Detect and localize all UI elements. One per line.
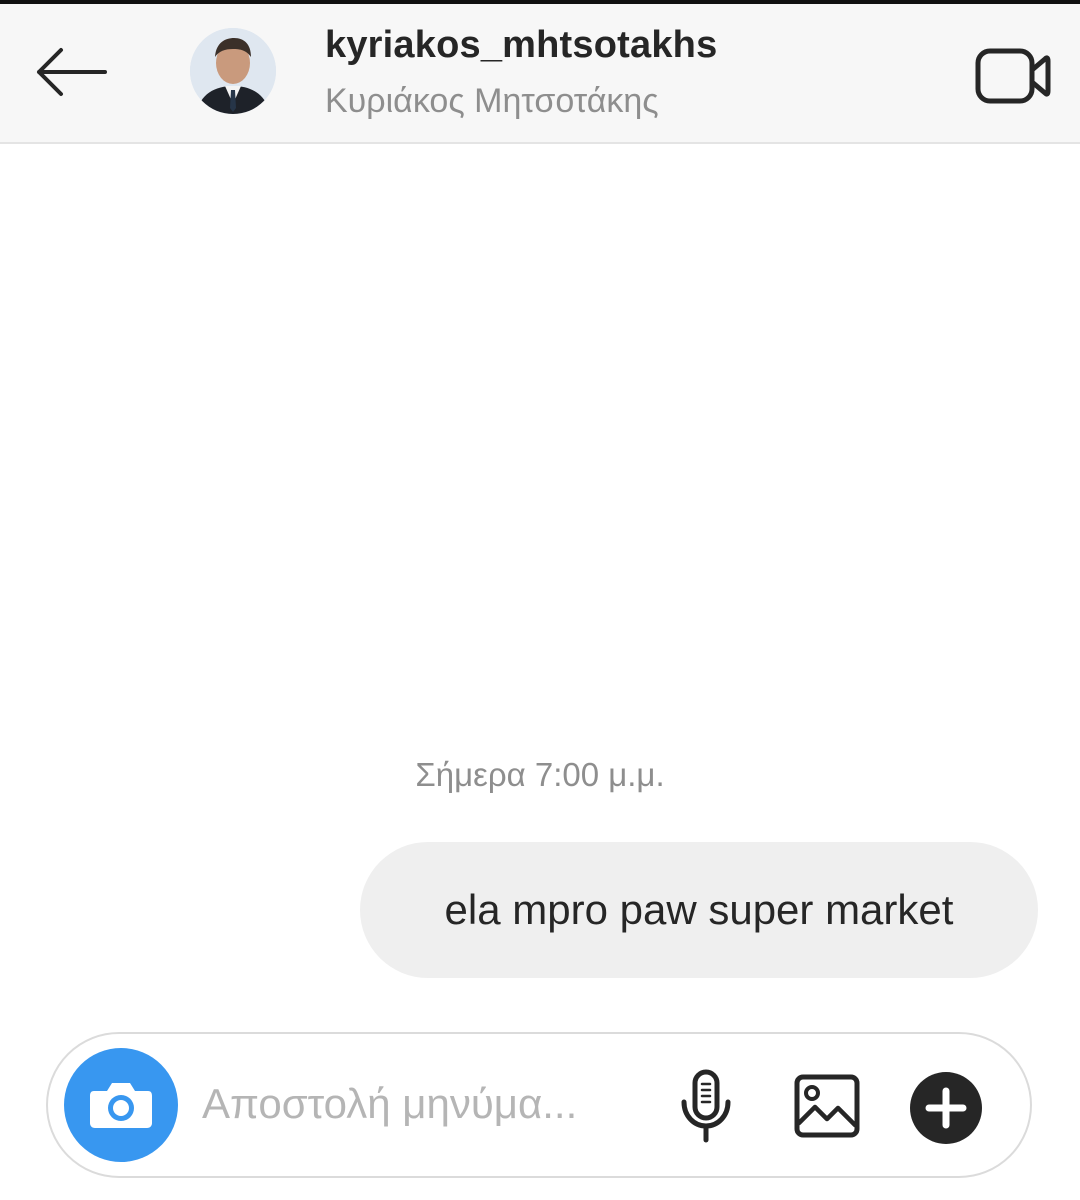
message-composer: [46, 1032, 1032, 1178]
avatar[interactable]: [190, 28, 276, 114]
plus-circle-icon: [910, 1072, 982, 1144]
message-timestamp: Σήμερα 7:00 μ.μ.: [415, 756, 665, 793]
direct-message-screen: kyriakos_mhtsotakhs Κυριάκος Μητσοτάκης …: [0, 0, 1080, 1200]
sent-message-bubble[interactable]: ela mpro paw super market: [360, 842, 1038, 978]
arrow-left-icon: [37, 48, 107, 96]
image-icon: [794, 1074, 860, 1138]
microphone-icon: [681, 1069, 731, 1143]
back-button[interactable]: [28, 34, 112, 110]
chat-username[interactable]: kyriakos_mhtsotakhs: [325, 24, 717, 67]
message-text: ela mpro paw super market: [444, 886, 954, 933]
video-camera-icon: [975, 48, 1051, 104]
video-call-button[interactable]: [970, 40, 1056, 112]
chat-header: kyriakos_mhtsotakhs Κυριάκος Μητσοτάκης: [0, 4, 1080, 144]
more-options-button[interactable]: [904, 1066, 988, 1150]
voice-message-button[interactable]: [664, 1064, 748, 1148]
message-input[interactable]: [202, 1072, 662, 1136]
gallery-button[interactable]: [784, 1064, 870, 1148]
camera-button[interactable]: [64, 1048, 178, 1162]
chat-full-name: Κυριάκος Μητσοτάκης: [325, 82, 659, 120]
profile-photo: [190, 28, 276, 114]
camera-icon: [90, 1083, 152, 1128]
